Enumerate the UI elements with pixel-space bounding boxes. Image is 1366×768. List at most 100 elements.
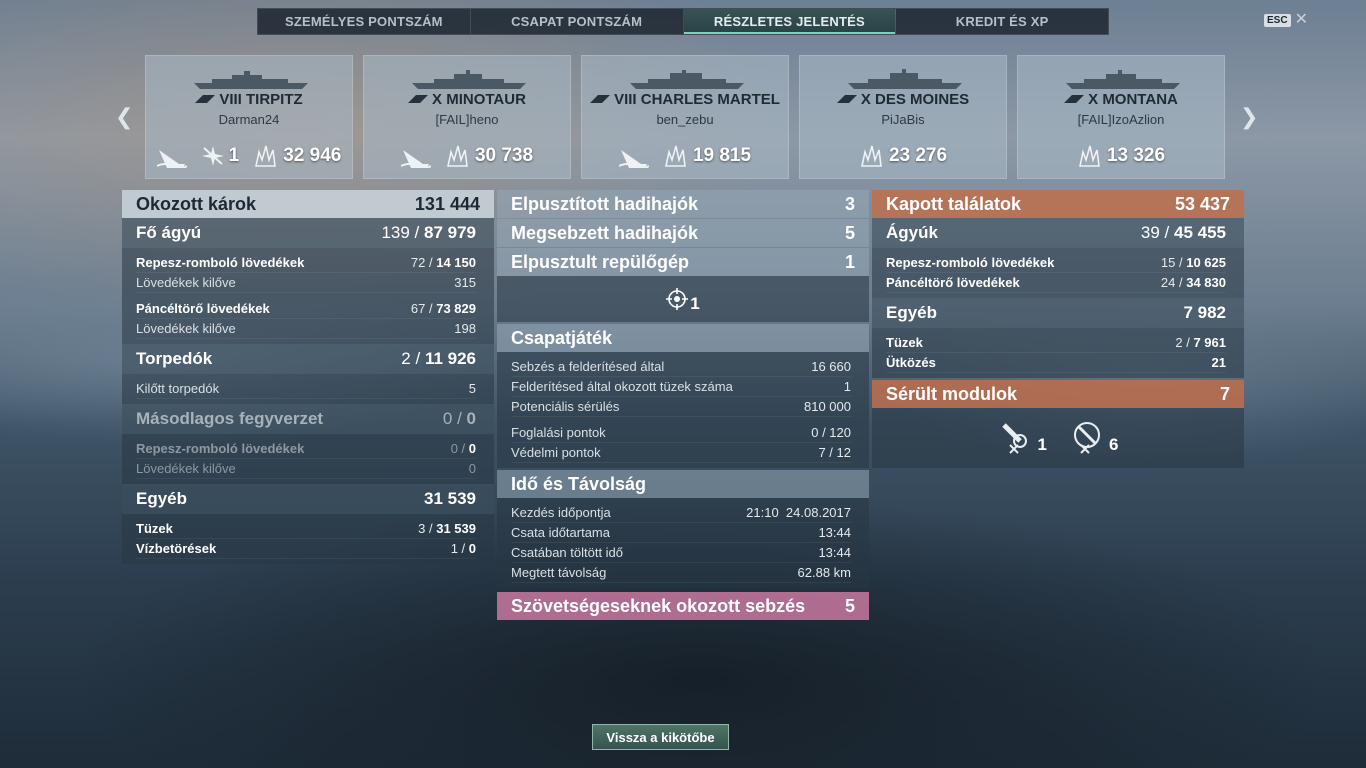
sunk-ship-icon [156, 150, 187, 168]
tab-team-score[interactable]: CSAPAT PONTSZÁM [471, 9, 684, 34]
cruiser-class-icon [836, 95, 857, 103]
plane-destroyed-icon [201, 146, 224, 166]
cruiser-class-icon [408, 95, 429, 103]
damage-caused-header: Okozott károk 131 444 [122, 190, 494, 218]
ships-destroyed-row: Elpusztított hadihajók 3 [497, 190, 869, 218]
ship-silhouette-icon [848, 69, 962, 89]
time-in-battle-row: Csatában töltött idő 13:44 [511, 543, 851, 563]
potential-damage-row: Potenciális sérülés 810 000 [511, 397, 851, 417]
middle-panel: Elpusztított hadihajók 3 Megsebzett hadih… [497, 190, 869, 620]
planes-destroyed-row: Elpusztult repülőgép 1 [497, 248, 869, 276]
ap-fired-row: Lövedékek kilőve 198 [136, 319, 476, 339]
damage-burst-icon [446, 145, 468, 167]
damage-received-panel: Kapott találatok 53 437 Ágyúk 39 / 45 455… [872, 190, 1244, 468]
ship-cards: VIII TIRPITZ Darman24 1 32 946 X MINOTAU… [145, 55, 1225, 179]
defense-points-row: Védelmi pontok 7 / 12 [511, 443, 851, 463]
battleship-class-icon [1064, 95, 1085, 103]
floods-row: Vízbetörések 1 / 0 [136, 539, 476, 559]
damage-burst-icon [860, 145, 882, 167]
teamplay-header: Csapatjáték [497, 324, 869, 352]
tab-detailed-report[interactable]: RÉSZLETES JELENTÉS [683, 9, 897, 34]
battleship-class-icon [195, 95, 216, 103]
received-ap-row: Páncéltörő lövedékek 24 / 34 830 [886, 273, 1226, 293]
distance-row: Megtett távolság 62.88 km [511, 563, 851, 583]
sunk-ship-icon [400, 150, 431, 168]
start-time-row: Kezdés időpontja 21:10 24.08.2017 [511, 503, 851, 523]
tab-credits-xp[interactable]: KREDIT ÉS XP [896, 9, 1108, 34]
secondary-he-row: Repesz-romboló lövedékek 0 / 0 [136, 439, 476, 459]
sunk-ship-icon [618, 150, 649, 168]
close-button[interactable]: ESC ✕ [1264, 12, 1308, 28]
planes-destroyed-icon-block: 1 [497, 276, 869, 322]
received-guns-details: Repesz-romboló lövedékek 15 / 10 625 Pánc… [872, 248, 1244, 298]
damage-value: 23 276 [888, 145, 948, 166]
ship-card[interactable]: X MINOTAUR [FAIL]heno 30 738 [363, 55, 571, 179]
secondary-details: Repesz-romboló lövedékek 0 / 0 Lövedékek … [122, 434, 494, 484]
ship-name: VIII TIRPITZ [146, 91, 352, 108]
torpedoes-details: Kilőtt torpedók 5 [122, 374, 494, 404]
capture-points-row: Foglalási pontok 0 / 120 [511, 423, 851, 443]
player-name: PiJaBis [881, 112, 925, 127]
report-tabs: SZEMÉLYES PONTSZÁM CSAPAT PONTSZÁM RÉSZL… [257, 8, 1109, 35]
damage-value: 30 738 [474, 145, 534, 166]
fires-row: Tüzek 3 / 31 539 [136, 519, 476, 539]
received-hits-header: Kapott találatok 53 437 [872, 190, 1244, 218]
damage-caused-panel: Okozott károk 131 444 Fő ágyú 139 / 87 9… [122, 190, 494, 564]
damaged-modules-block: 1 6 [872, 408, 1244, 468]
close-icon[interactable]: ✕ [1295, 12, 1308, 28]
esc-key-label: ESC [1264, 13, 1291, 27]
time-distance-details: Kezdés időpontja 21:10 24.08.2017 Csata i… [497, 498, 869, 588]
prev-arrow-icon[interactable]: ❮ [115, 104, 133, 130]
secondary-fired-row: Lövedékek kilőve 0 [136, 459, 476, 479]
next-arrow-icon[interactable]: ❯ [1240, 104, 1258, 130]
damage-value: 19 815 [692, 145, 752, 166]
ship-card[interactable]: X MONTANA [FAIL]IzoAzlion 13 326 [1017, 55, 1225, 179]
other-damage-header: Egyéb 31 539 [122, 484, 494, 514]
received-fires-row: Tüzek 2 / 7 961 [886, 333, 1226, 353]
main-battery-details: Repesz-romboló lövedékek 72 / 14 150 Löve… [122, 248, 494, 344]
ship-card[interactable]: VIII CHARLES MARTEL ben_zebu 19 815 [581, 55, 789, 179]
received-other-header: Egyéb 7 982 [872, 298, 1244, 328]
ap-shells-row: Páncéltörő lövedékek 67 / 73 829 [136, 299, 476, 319]
crosshair-icon [666, 288, 689, 310]
ships-damaged-row: Megsebzett hadihajók 5 [497, 219, 869, 247]
player-name: ben_zebu [656, 112, 714, 127]
tab-personal-score[interactable]: SZEMÉLYES PONTSZÁM [258, 9, 471, 34]
damage-burst-icon [255, 145, 277, 167]
ship-silhouette-icon [194, 71, 308, 89]
teamplay-details: Sebzés a felderítésed által 16 660 Felder… [497, 352, 869, 468]
other-damage-details: Tüzek 3 / 31 539 Vízbetörések 1 / 0 [122, 514, 494, 564]
damage-burst-icon [664, 145, 686, 167]
cruiser-class-icon [590, 95, 611, 103]
secondary-header: Másodlagos fegyverzet 0 / 0 [122, 404, 494, 434]
battle-duration-row: Csata időtartama 13:44 [511, 523, 851, 543]
module-main-battery: 6 [1069, 421, 1118, 455]
module-torpedo-tube: 1 [998, 421, 1047, 455]
spotting-damage-row: Sebzés a felderítésed által 16 660 [511, 357, 851, 377]
ship-name: X DES MOINES [800, 91, 1006, 108]
ship-card[interactable]: X DES MOINES PiJaBis 23 276 [799, 55, 1007, 179]
ship-silhouette-icon [412, 70, 526, 89]
ship-card[interactable]: VIII TIRPITZ Darman24 1 32 946 [145, 55, 353, 179]
ship-silhouette-icon [1066, 70, 1180, 89]
player-name: [FAIL]IzoAzlion [1077, 112, 1165, 127]
player-name: [FAIL]heno [435, 112, 499, 127]
received-other-details: Tüzek 2 / 7 961 Ütközés 21 [872, 328, 1244, 378]
time-distance-header: Idő és Távolság [497, 470, 869, 498]
ship-name: VIII CHARLES MARTEL [582, 91, 788, 108]
back-to-port-button[interactable]: Vissza a kikötőbe [592, 724, 729, 750]
damage-value: 13 326 [1106, 145, 1166, 166]
spotting-fires-row: Felderítésed által okozott tüzek száma 1 [511, 377, 851, 397]
damage-burst-icon [1078, 145, 1100, 167]
player-name: Darman24 [218, 112, 280, 127]
ship-silhouette-icon [630, 70, 744, 89]
ramming-row: Ütközés 21 [886, 353, 1226, 373]
main-battery-header: Fő ágyú 139 / 87 979 [122, 218, 494, 248]
torpedoes-fired-row: Kilőtt torpedók 5 [136, 379, 476, 399]
received-he-row: Repesz-romboló lövedékek 15 / 10 625 [886, 253, 1226, 273]
torpedo-module-icon [1001, 423, 1027, 454]
he-shells-row: Repesz-romboló lövedékek 72 / 14 150 [136, 253, 476, 273]
turret-module-icon [1074, 422, 1100, 454]
ally-damage-row: Szövetségeseknek okozott sebzés 5 [497, 592, 869, 620]
damaged-modules-header: Sérült modulok 7 [872, 380, 1244, 408]
